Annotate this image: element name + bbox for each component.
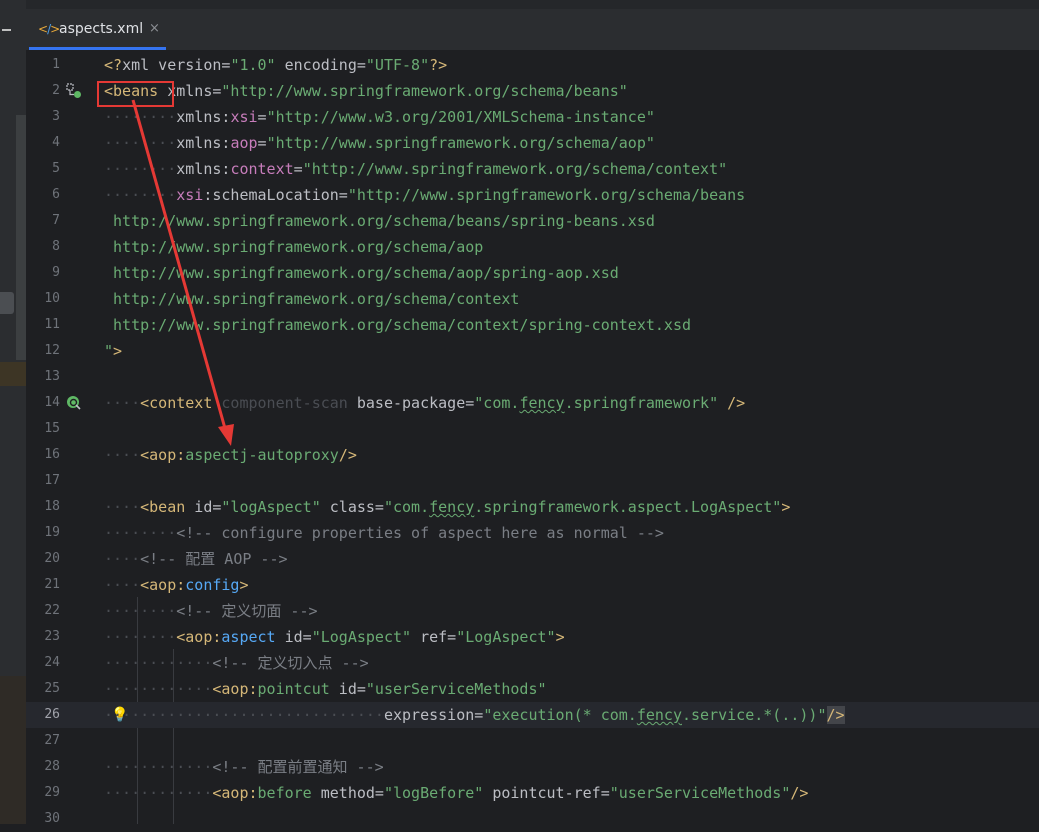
line-number: 27	[44, 733, 60, 748]
line-number: 30	[44, 811, 60, 826]
active-tab-indicator	[29, 47, 166, 50]
line-number: 15	[44, 421, 60, 436]
component-scan-icon[interactable]	[66, 395, 82, 411]
line-number: 2	[52, 83, 60, 98]
line-number: 9	[52, 265, 60, 280]
line-number: 29	[44, 785, 60, 800]
code-line[interactable]: 7 http://www.springframework.org/schema/…	[26, 208, 1039, 234]
line-number: 18	[44, 499, 60, 514]
code-line[interactable]: 25 ············<aop:pointcut id="userServ…	[26, 676, 1039, 702]
left-tool-strip	[0, 0, 26, 824]
line-number: 24	[44, 655, 60, 670]
code-line[interactable]: 9 http://www.springframework.org/schema/…	[26, 260, 1039, 286]
line-number: 10	[44, 291, 60, 306]
code-line[interactable]: 29 ············<aop:before method="logBef…	[26, 780, 1039, 806]
code-line[interactable]: 12 ">	[26, 338, 1039, 364]
panel-region	[0, 676, 26, 824]
code-line[interactable]: 8 http://www.springframework.org/schema/…	[26, 234, 1039, 260]
highlight-box	[97, 81, 174, 107]
code-line[interactable]: 15	[26, 416, 1039, 442]
code-line[interactable]: 24 ············<!-- 定义切入点 -->	[26, 650, 1039, 676]
line-number: 16	[44, 447, 60, 462]
code-line[interactable]: 5 ········xmlns:context="http://www.sprin…	[26, 156, 1039, 182]
close-icon[interactable]: ×	[149, 21, 160, 36]
code-line[interactable]: 17	[26, 468, 1039, 494]
panel-highlight	[0, 362, 26, 386]
line-number: 1	[52, 57, 60, 72]
line-number: 4	[52, 135, 60, 150]
code-line[interactable]: 13	[26, 364, 1039, 390]
code-line[interactable]: 11 http://www.springframework.org/schema…	[26, 312, 1039, 338]
code-line[interactable]: 20 ····<!-- 配置 AOP -->	[26, 546, 1039, 572]
line-number: 7	[52, 213, 60, 228]
code-line[interactable]: 4 ········xmlns:aop="http://www.springfra…	[26, 130, 1039, 156]
line-number: 26	[44, 707, 60, 722]
bean-config-icon[interactable]	[66, 83, 82, 99]
code-line[interactable]: 6 ········xsi:schemaLocation="http://www.…	[26, 182, 1039, 208]
code-line[interactable]: 30	[26, 806, 1039, 832]
code-line-current[interactable]: 26 💡 ·······························expres…	[26, 702, 1039, 728]
collapse-icon[interactable]	[2, 29, 11, 31]
line-number: 19	[44, 525, 60, 540]
line-number: 6	[52, 187, 60, 202]
line-number: 20	[44, 551, 60, 566]
line-number: 21	[44, 577, 60, 592]
editor-tab-bar: </> aspects.xml ×	[26, 0, 1039, 51]
code-line[interactable]: 18 ····<bean id="logAspect" class="com.fe…	[26, 494, 1039, 520]
code-line[interactable]: 16 ····<aop:aspectj-autoproxy/>	[26, 442, 1039, 468]
code-line[interactable]: 27	[26, 728, 1039, 754]
code-line[interactable]: 2 <beans xmlns="http://www.springframewor…	[26, 78, 1039, 104]
code-line[interactable]: 23 ········<aop:aspect id="LogAspect" ref…	[26, 624, 1039, 650]
code-line[interactable]: 21 ····<aop:config>	[26, 572, 1039, 598]
tab-aspects-xml[interactable]: </> aspects.xml ×	[29, 9, 166, 50]
line-number: 28	[44, 759, 60, 774]
line-number: 8	[52, 239, 60, 254]
xml-file-icon: </>	[38, 22, 60, 36]
line-number: 14	[44, 395, 60, 410]
project-panel-edge	[16, 115, 26, 360]
line-number: 25	[44, 681, 60, 696]
code-line[interactable]: 10 http://www.springframework.org/schema…	[26, 286, 1039, 312]
code-editor[interactable]: 1 <?xml version="1.0" encoding="UTF-8"?> …	[26, 51, 1039, 826]
line-number: 5	[52, 161, 60, 176]
code-line[interactable]: 19 ········<!-- configure properties of a…	[26, 520, 1039, 546]
tab-filename: aspects.xml	[59, 21, 144, 37]
code-line[interactable]: 1 <?xml version="1.0" encoding="UTF-8"?>	[26, 52, 1039, 78]
code-line[interactable]: 3 ········xmlns:xsi="http://www.w3.org/20…	[26, 104, 1039, 130]
line-number: 22	[44, 603, 60, 618]
line-number: 17	[44, 473, 60, 488]
line-number: 13	[44, 369, 60, 384]
line-number: 3	[52, 109, 60, 124]
line-number: 12	[44, 343, 60, 358]
line-number: 11	[44, 317, 60, 332]
code-line[interactable]: 14 ····<context component-scan base-packa…	[26, 390, 1039, 416]
scroll-thumb[interactable]	[0, 292, 14, 314]
code-line[interactable]: 28 ············<!-- 配置前置通知 -->	[26, 754, 1039, 780]
line-number: 23	[44, 629, 60, 644]
code-line[interactable]: 22 ········<!-- 定义切面 -->	[26, 598, 1039, 624]
